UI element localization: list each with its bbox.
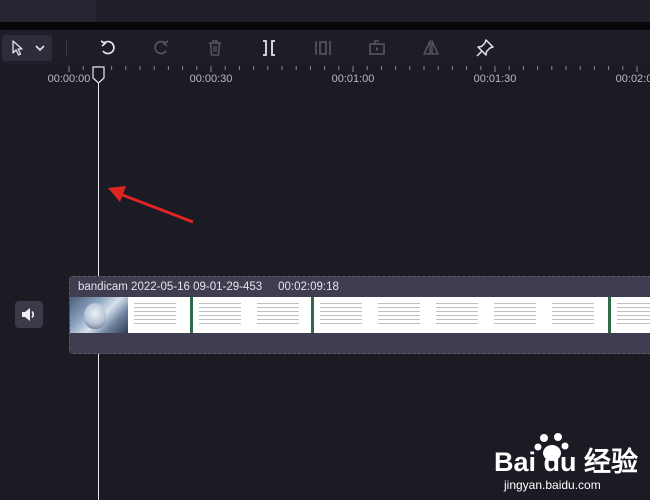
clip-name: bandicam 2022-05-16 09-01-29-453 (78, 281, 263, 293)
clip-frame (251, 297, 309, 333)
split-button[interactable] (259, 38, 279, 58)
frame-content (494, 303, 536, 327)
thumbnail-face (84, 303, 106, 329)
select-tool-dropdown[interactable] (2, 35, 52, 61)
crop-icon (369, 40, 385, 55)
speaker-icon (22, 308, 35, 321)
trim-button[interactable] (313, 38, 333, 58)
mirror-icon (423, 40, 439, 55)
audio-mute-button[interactable] (15, 301, 43, 328)
frame-content (320, 303, 362, 327)
frame-content (617, 303, 650, 327)
top-strip (0, 0, 650, 22)
crop-button[interactable] (367, 38, 387, 58)
clip-frame (611, 297, 650, 333)
clip-frame (430, 297, 488, 333)
frame-content (378, 303, 420, 327)
timeline-toolbar (0, 30, 650, 66)
panel-tab[interactable] (0, 0, 96, 22)
thumbnail-image (70, 297, 128, 333)
frame-content (257, 303, 299, 327)
panel-divider[interactable] (0, 22, 650, 30)
ruler-label-0: 00:00:00 (47, 73, 91, 85)
redo-button[interactable] (151, 38, 171, 58)
trash-icon (209, 40, 221, 56)
clip-title: bandicam 2022-05-16 09-01-29-453 00:02:09… (78, 281, 339, 293)
clip-filmstrip (70, 297, 650, 333)
clip-frame (128, 297, 188, 333)
watermark-logo-text: Bai du 经验 (494, 447, 639, 477)
delete-button[interactable] (205, 38, 225, 58)
frame-content (552, 303, 594, 327)
clip-frame (372, 297, 430, 333)
cursor-arrow-icon (12, 40, 23, 56)
clip-duration: 00:02:09:18 (278, 281, 339, 293)
undo-button[interactable] (98, 38, 118, 58)
ruler-label-30s: 00:00:30 (189, 73, 233, 85)
ruler-label-2m: 00:02:0 (615, 73, 650, 85)
frame-content (199, 303, 241, 327)
pin-icon (476, 39, 494, 57)
clip-frame (193, 297, 251, 333)
pin-button[interactable] (475, 38, 495, 58)
baidu-watermark: Bai du 经验 jingyan.baidu.com (494, 428, 644, 498)
clip-audio-lane (70, 333, 650, 353)
trim-icon (315, 41, 331, 55)
frame-content (134, 303, 176, 327)
frame-content (436, 303, 478, 327)
mirror-button[interactable] (421, 38, 441, 58)
ruler-label-1m: 00:01:00 (331, 73, 375, 85)
clip-frame (488, 297, 546, 333)
chevron-down-icon (35, 45, 45, 52)
watermark-url: jingyan.baidu.com (504, 478, 601, 492)
clip-frame (314, 297, 372, 333)
split-icon (263, 40, 275, 56)
toolbar-separator (66, 40, 67, 56)
video-clip[interactable]: bandicam 2022-05-16 09-01-29-453 00:02:09… (69, 276, 650, 354)
ruler-label-1m30s: 00:01:30 (473, 73, 517, 85)
clip-frame (546, 297, 606, 333)
redo-icon (154, 40, 169, 55)
playhead-handle[interactable] (92, 66, 105, 84)
clip-frame-thumbnail (70, 297, 128, 333)
undo-icon (100, 40, 115, 55)
red-arrow-annotation (108, 186, 194, 224)
